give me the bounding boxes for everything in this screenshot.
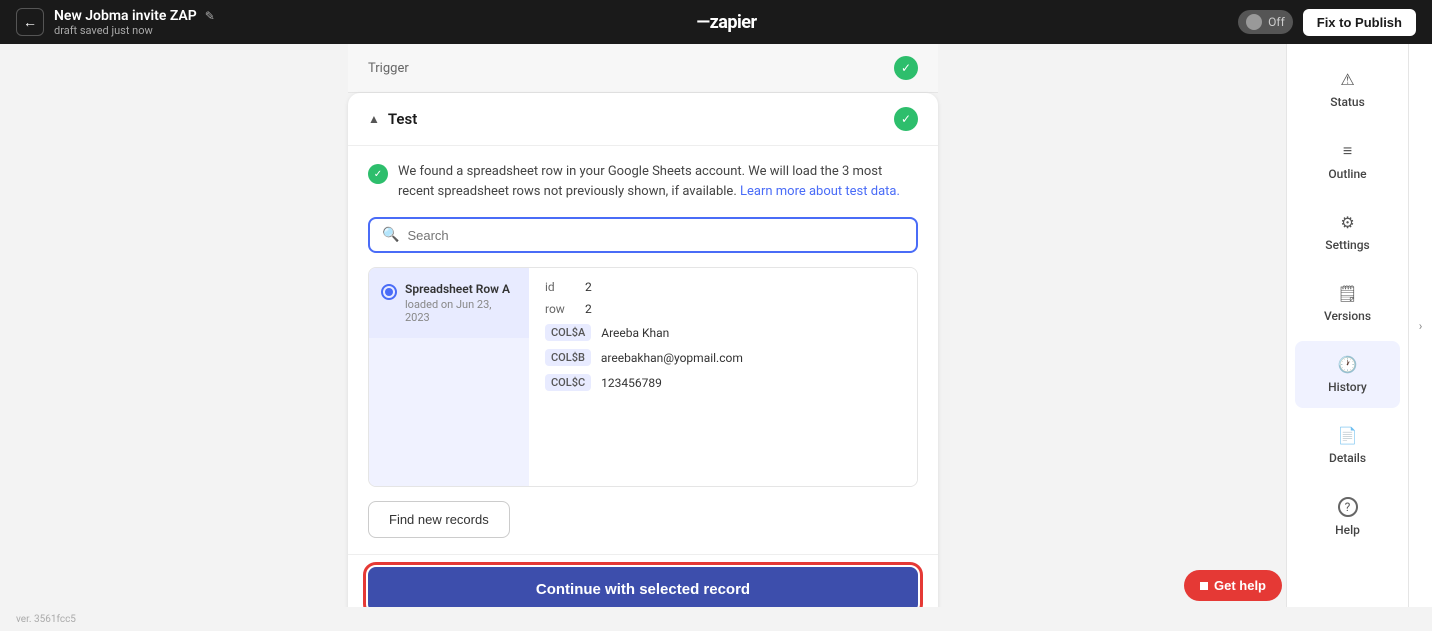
test-header-left: ▲ Test (368, 110, 417, 128)
info-text: We found a spreadsheet row in your Googl… (398, 162, 918, 201)
learn-more-link[interactable]: Learn more about test data. (740, 184, 900, 199)
field-key-id: id (545, 280, 575, 294)
toggle-label: Off (1268, 15, 1285, 29)
continue-btn-wrapper: Continue with selected record (348, 554, 938, 607)
field-row-cola: COL$A Areeba Khan (545, 324, 901, 341)
test-title: Test (388, 110, 417, 128)
help-icon: ? (1338, 497, 1358, 517)
fix-to-publish-button[interactable]: Fix to Publish (1303, 9, 1416, 36)
field-value-cola: Areeba Khan (601, 326, 669, 340)
field-value-colc: 123456789 (601, 376, 662, 390)
sidebar-item-versions[interactable]: 🗒 Versions (1295, 270, 1400, 337)
field-row-colb: COL$B areebakhan@yopmail.com (545, 349, 901, 366)
records-container: Spreadsheet Row A loaded on Jun 23, 2023… (368, 267, 918, 487)
find-records-button[interactable]: Find new records (368, 501, 510, 538)
bottom-bar: ver. 3561fcc5 (0, 607, 1432, 631)
record-date: loaded on Jun 23, 2023 (405, 298, 517, 324)
test-header: ▲ Test ✓ (348, 93, 938, 146)
zap-title: New Jobma invite ZAP (54, 8, 197, 24)
logo-text: zapier (710, 12, 757, 33)
search-icon: 🔍 (382, 227, 399, 243)
toggle-off-switch[interactable]: Off (1238, 10, 1293, 34)
sidebar-wrapper: ⚠ Status ≡ Outline ⚙ Settings 🗒 Versions… (1286, 44, 1432, 607)
sidebar-collapse-button[interactable]: › (1408, 44, 1432, 607)
field-badge-cola: COL$A (545, 324, 591, 341)
versions-icon: 🗒 (1337, 284, 1357, 303)
main-content: Trigger ✓ ▲ Test ✓ ✓ We f (0, 44, 1432, 607)
field-value-id: 2 (585, 280, 592, 294)
sidebar-item-settings[interactable]: ⚙ Settings (1295, 199, 1400, 266)
field-row-row: row 2 (545, 302, 901, 316)
test-check-icon: ✓ (894, 107, 918, 131)
info-row: ✓ We found a spreadsheet row in your Goo… (368, 162, 918, 201)
field-key-row: row (545, 302, 575, 316)
record-info: Spreadsheet Row A loaded on Jun 23, 2023 (405, 282, 517, 324)
trigger-check-icon: ✓ (894, 56, 918, 80)
back-button[interactable]: ← (16, 8, 44, 36)
settings-icon: ⚙ (1340, 213, 1354, 232)
status-label: Status (1330, 95, 1365, 109)
details-label: Details (1329, 451, 1366, 465)
field-value-colb: areebakhan@yopmail.com (601, 351, 743, 365)
field-badge-colc: COL$C (545, 374, 591, 391)
radio-selected-icon (381, 284, 397, 300)
field-row-id: id 2 (545, 280, 901, 294)
draft-status: draft saved just now (54, 24, 215, 37)
sidebar-item-status[interactable]: ⚠ Status (1295, 56, 1400, 123)
field-value-row: 2 (585, 302, 592, 316)
search-box: 🔍 (368, 217, 918, 253)
top-header: ← New Jobma invite ZAP ✎ draft saved jus… (0, 0, 1432, 44)
record-item[interactable]: Spreadsheet Row A loaded on Jun 23, 2023 (369, 268, 529, 338)
help-label: Help (1335, 523, 1360, 537)
sidebar-item-details[interactable]: 📄 Details (1295, 412, 1400, 479)
outline-label: Outline (1328, 167, 1366, 181)
records-list: Spreadsheet Row A loaded on Jun 23, 2023 (369, 268, 529, 486)
logo-dash: — (696, 12, 709, 33)
sidebar-item-outline[interactable]: ≡ Outline (1295, 127, 1400, 195)
details-icon: 📄 (1338, 426, 1358, 445)
sidebar-item-history[interactable]: 🕐 History (1295, 341, 1400, 408)
back-icon: ← (23, 14, 37, 31)
versions-label: Versions (1324, 309, 1371, 323)
record-detail: id 2 row 2 COL$A Areeba Khan (529, 268, 917, 486)
continue-with-selected-record-button[interactable]: Continue with selected record (368, 567, 918, 607)
version-text: ver. 3561fcc5 (16, 614, 76, 625)
chevron-up-icon[interactable]: ▲ (368, 112, 380, 126)
test-body: ✓ We found a spreadsheet row in your Goo… (348, 146, 938, 554)
zapier-logo: —zapier (696, 12, 756, 33)
history-icon: 🕐 (1338, 355, 1358, 374)
get-help-label: Get help (1214, 578, 1266, 593)
header-title-block: New Jobma invite ZAP ✎ draft saved just … (54, 8, 215, 37)
status-icon: ⚠ (1340, 70, 1354, 89)
right-sidebar: ⚠ Status ≡ Outline ⚙ Settings 🗒 Versions… (1286, 44, 1408, 607)
edit-icon[interactable]: ✎ (205, 9, 215, 23)
sidebar-item-help[interactable]: ? Help (1295, 483, 1400, 551)
header-right: Off Fix to Publish (1238, 9, 1416, 36)
settings-label: Settings (1325, 238, 1369, 252)
search-input[interactable] (407, 228, 904, 243)
get-help-dot (1200, 582, 1208, 590)
outline-icon: ≡ (1343, 141, 1352, 161)
record-name: Spreadsheet Row A (405, 282, 517, 296)
trigger-section: Trigger ✓ (348, 44, 938, 93)
history-label: History (1328, 380, 1367, 394)
center-panel: Trigger ✓ ▲ Test ✓ ✓ We f (0, 44, 1286, 607)
test-card: ▲ Test ✓ ✓ We found a spreadsheet row in… (348, 93, 938, 607)
info-check-icon: ✓ (368, 164, 388, 184)
header-center: —zapier (696, 12, 756, 33)
get-help-button[interactable]: Get help (1184, 570, 1282, 601)
trigger-label: Trigger (368, 61, 409, 76)
toggle-circle (1246, 14, 1262, 30)
header-left: ← New Jobma invite ZAP ✎ draft saved jus… (16, 8, 215, 37)
field-badge-colb: COL$B (545, 349, 591, 366)
field-row-colc: COL$C 123456789 (545, 374, 901, 391)
